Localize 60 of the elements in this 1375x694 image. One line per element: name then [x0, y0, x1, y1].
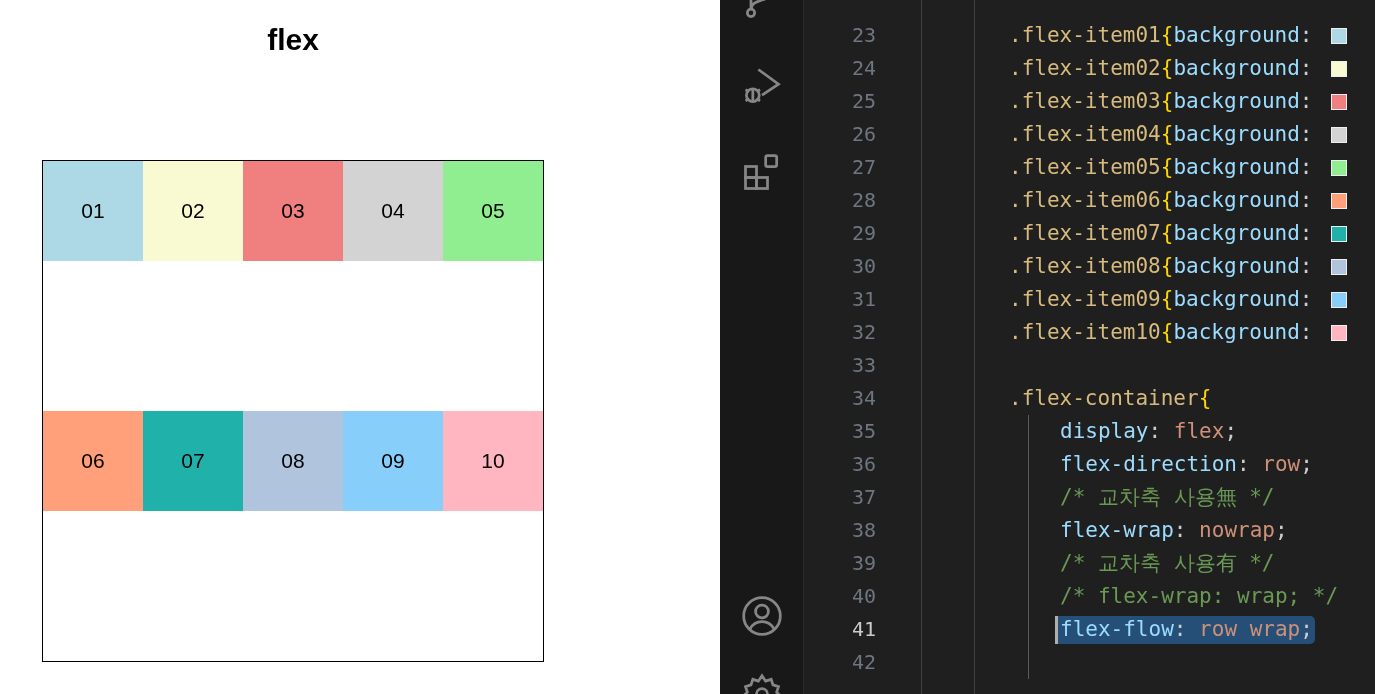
color-swatch[interactable] [1331, 225, 1348, 242]
line-number: 36 [850, 451, 877, 478]
flex-item: 04 [343, 161, 443, 261]
code-text: .flex-container{ [1008, 385, 1213, 412]
flex-item: 10 [443, 411, 543, 511]
code-text: .flex-item01{background: [1008, 22, 1314, 49]
flex-item: 07 [143, 411, 243, 511]
code-text: .flex-item02{background: [1008, 55, 1314, 82]
color-swatch[interactable] [1331, 27, 1348, 44]
line-number: 26 [850, 121, 877, 148]
color-swatch[interactable] [1331, 93, 1348, 110]
line-number: 34 [850, 385, 877, 412]
color-swatch[interactable] [1331, 60, 1348, 77]
line-number: 38 [850, 517, 877, 544]
line-number: 27 [850, 154, 877, 181]
code-text: .flex-item10{background: [1008, 319, 1314, 346]
account-icon[interactable] [740, 594, 784, 638]
line-number: 39 [850, 550, 877, 577]
code-text: flex-direction: row; [1059, 451, 1314, 478]
code-text: .flex-item03{background: [1008, 88, 1314, 115]
line-number: 25 [850, 88, 877, 115]
page-title: flex [267, 22, 319, 58]
flex-item: 06 [43, 411, 143, 511]
code-text: /* 교차축 사용無 */ [1059, 484, 1276, 511]
line-number: 28 [850, 187, 877, 214]
line-number: 33 [850, 352, 877, 379]
line-number: 30 [850, 253, 877, 280]
color-swatch[interactable] [1331, 192, 1348, 209]
code-text: .flex-item07{background: [1008, 220, 1314, 247]
flex-item: 03 [243, 161, 343, 261]
code-text: .flex-item04{background: [1008, 121, 1314, 148]
code-text: .flex-item08{background: [1008, 253, 1314, 280]
line-number: 23 [850, 22, 877, 49]
code-text: /* flex-wrap: wrap; */ [1059, 583, 1340, 610]
flex-item: 05 [443, 161, 543, 261]
color-swatch[interactable] [1331, 159, 1348, 176]
code-text: .flex-item05{background: [1008, 154, 1314, 181]
code-text: flex-wrap: nowrap; [1059, 517, 1289, 544]
line-number: 31 [850, 286, 877, 313]
line-number: 35 [850, 418, 877, 445]
code-text: .flex-item06{background: [1008, 187, 1314, 214]
color-swatch[interactable] [1331, 126, 1348, 143]
color-swatch[interactable] [1331, 258, 1348, 275]
code-text: .flex-item09{background: [1008, 286, 1314, 313]
flex-item: 02 [143, 161, 243, 261]
flex-item: 08 [243, 411, 343, 511]
flex-item: 01 [43, 161, 143, 261]
line-number: 41 [850, 616, 877, 643]
code-text: flex-flow: row wrap; [1055, 615, 1315, 644]
line-number: 29 [850, 220, 877, 247]
line-number: 42 [850, 649, 877, 676]
flex-item: 09 [343, 411, 443, 511]
color-swatch[interactable] [1331, 291, 1348, 308]
line-number: 24 [850, 55, 877, 82]
line-number: 37 [850, 484, 877, 511]
color-swatch[interactable] [1331, 324, 1348, 341]
code-text: display: flex; [1059, 418, 1239, 445]
code-text: /* 교차축 사용有 */ [1059, 550, 1276, 577]
line-number: 32 [850, 319, 877, 346]
line-number: 40 [850, 583, 877, 610]
